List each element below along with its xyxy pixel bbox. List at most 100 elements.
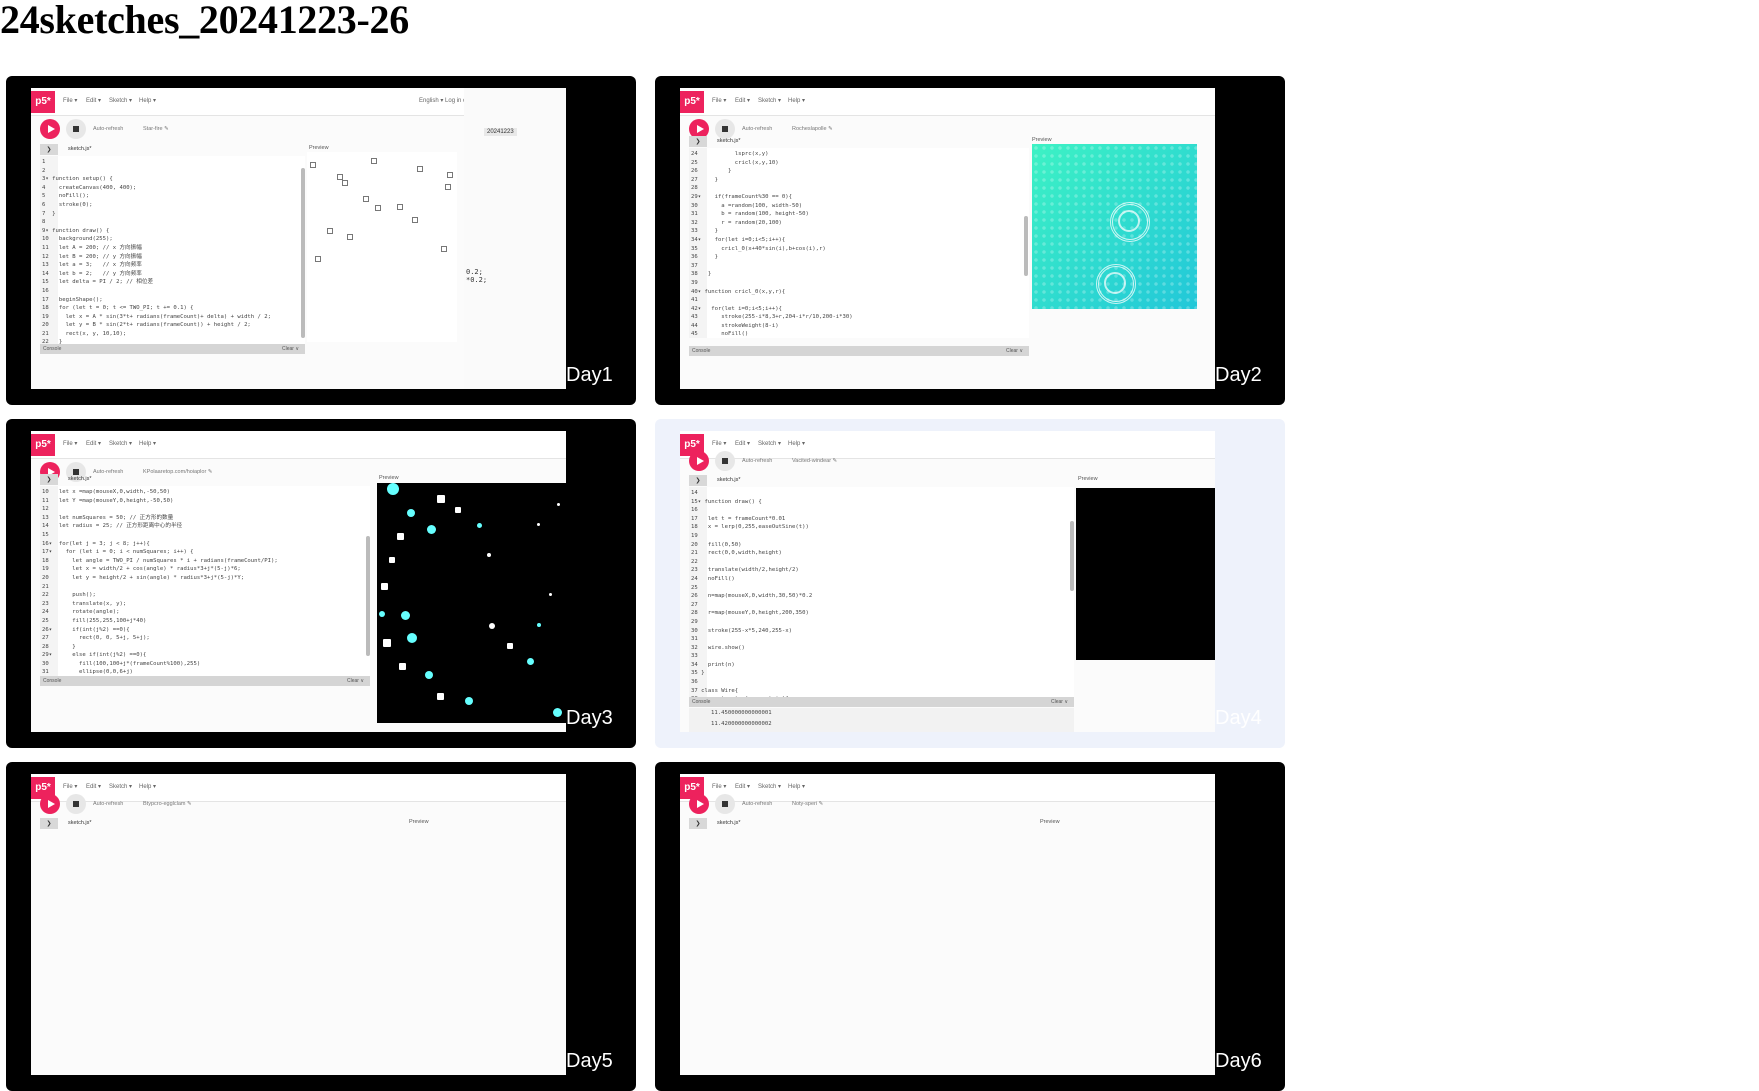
sketch-screenshot: p5* File ▾ Edit ▾ Sketch ▾ Help ▾ Auto-r… <box>680 774 1215 1075</box>
play-icon <box>689 451 709 471</box>
sketch-card-day4[interactable]: p5* File ▾ Edit ▾ Sketch ▾ Help ▾ Auto-r… <box>655 419 1285 748</box>
circle-shape <box>527 658 534 665</box>
auto-refresh-label: Auto-refresh <box>93 126 124 132</box>
auto-refresh-label: Auto-refresh <box>742 458 773 464</box>
circle-shape <box>379 611 385 617</box>
chevron-right-icon: ❯ <box>689 136 707 147</box>
clear-label: Clear ∨ <box>347 678 364 684</box>
sketch-card-day2[interactable]: p5* File ▾ Edit ▾ Sketch ▾ Help ▾ Auto-r… <box>655 76 1285 405</box>
code-text: 10 let x =map(mouseX,0,width,-50,50) 11 … <box>42 489 278 676</box>
sketch-screenshot: p5* File ▾ Edit ▾ Sketch ▾ Help ▾ Auto-r… <box>680 88 1215 389</box>
square-shape <box>310 162 316 168</box>
sketch-screenshot: p5* File ▾ Edit ▾ Sketch ▾ Help ▾ Auto-r… <box>680 431 1215 732</box>
editor-menubar: p5* File ▾ Edit ▾ Sketch ▾ Help ▾ <box>31 774 566 802</box>
chevron-right-icon: ❯ <box>40 818 58 829</box>
circle-shape <box>427 525 436 534</box>
console-line: 11.420000000000002 <box>711 721 772 727</box>
page-title: 24sketches_20241223-26 <box>0 0 409 42</box>
square-shape <box>397 204 403 210</box>
circle-shape <box>557 503 560 506</box>
sketch-screenshot: p5* File ▾ Edit ▾ Sketch ▾ Help ▾ Auto-r… <box>31 774 566 1075</box>
menu-edit: Edit ▾ <box>735 784 751 790</box>
stop-icon <box>715 794 735 814</box>
menu-edit: Edit ▾ <box>735 98 751 104</box>
auto-refresh-label: Auto-refresh <box>742 126 773 132</box>
sketch-card-day5[interactable]: p5* File ▾ Edit ▾ Sketch ▾ Help ▾ Auto-r… <box>6 762 636 1091</box>
file-name: sketch.js* <box>717 138 741 144</box>
square-shape <box>412 217 418 223</box>
stop-icon <box>66 119 86 139</box>
menu-file: File ▾ <box>712 98 727 104</box>
day-label: Day6 <box>1215 1050 1262 1072</box>
square-shape <box>437 693 444 700</box>
day-label: Day3 <box>566 707 613 729</box>
editor-menubar: p5* File ▾ Edit ▾ Sketch ▾ Help ▾ <box>680 774 1215 802</box>
auto-refresh-label: Auto-refresh <box>93 801 124 807</box>
circle-shape <box>487 553 491 557</box>
square-shape <box>397 533 404 540</box>
circle-shape <box>407 509 415 517</box>
auto-refresh-label: Auto-refresh <box>742 801 773 807</box>
editor-scrollbar <box>366 536 370 656</box>
menu-sketch: Sketch ▾ <box>758 784 782 790</box>
square-shape <box>381 583 388 590</box>
console-label: Console <box>43 346 62 352</box>
menu-file: File ▾ <box>63 784 78 790</box>
circle-shape <box>387 483 399 495</box>
file-name: sketch.js* <box>68 476 92 482</box>
play-icon <box>40 794 60 814</box>
menu-help: Help ▾ <box>788 441 806 447</box>
menu-sketch: Sketch ▾ <box>758 441 782 447</box>
day-label: Day1 <box>566 364 613 386</box>
menu-help: Help ▾ <box>788 784 806 790</box>
file-tab: ❯ sketch.js* <box>689 475 1215 487</box>
stop-icon <box>66 794 86 814</box>
console-line: 11.450000000000001 <box>711 710 772 716</box>
square-shape <box>371 158 377 164</box>
code-editor: 14 15▾ function draw() { 16 17 let t = f… <box>689 487 1074 697</box>
menu-sketch: Sketch ▾ <box>109 98 133 104</box>
circle-shape <box>537 623 541 627</box>
preview-canvas <box>307 152 457 342</box>
menu-file: File ▾ <box>63 441 78 447</box>
square-shape <box>437 495 445 503</box>
ring-shape <box>1104 272 1126 294</box>
square-shape <box>417 166 423 172</box>
sketch-card-day3[interactable]: p5* File ▾ Edit ▾ Sketch ▾ Help ▾ Auto-r… <box>6 419 636 748</box>
day-label: Day5 <box>566 1050 613 1072</box>
preview-canvas <box>1076 488 1215 660</box>
ring-shape <box>1118 210 1140 232</box>
square-shape <box>315 256 321 262</box>
console-output: 11.450000000000001 11.420000000000002 <box>689 708 1074 732</box>
file-name: sketch.js* <box>68 146 92 152</box>
code-text: 14 15▾ function draw() { 16 17 let t = f… <box>691 490 813 697</box>
p5-logo: p5* <box>31 91 55 113</box>
menu-help: Help ▾ <box>139 98 157 104</box>
sketch-screenshot: p5* File ▾ Edit ▾ Sketch ▾ Help ▾ Englis… <box>31 88 566 389</box>
sketch-card-day1[interactable]: p5* File ▾ Edit ▾ Sketch ▾ Help ▾ Englis… <box>6 76 636 405</box>
sketch-card-day6[interactable]: p5* File ▾ Edit ▾ Sketch ▾ Help ▾ Auto-r… <box>655 762 1285 1091</box>
chevron-right-icon: ❯ <box>40 474 58 485</box>
file-name: sketch.js* <box>68 820 92 826</box>
console-bar: Console Clear ∨ <box>40 676 370 686</box>
code-text: 1 2 3▾ function setup() { 4 createCanvas… <box>42 159 272 354</box>
preview-canvas <box>1032 144 1197 309</box>
code-editor: 1 2 3▾ function setup() { 4 createCanvas… <box>40 156 305 354</box>
editor-scrollbar <box>301 168 305 338</box>
editor-menubar: p5* File ▾ Edit ▾ Sketch ▾ Help ▾ <box>680 431 1215 459</box>
square-shape <box>347 234 353 240</box>
clear-label: Clear ∨ <box>282 346 299 352</box>
overlay-code: 0.2; *0.2; <box>466 268 488 284</box>
menu-edit: Edit ▾ <box>86 98 102 104</box>
chevron-right-icon: ❯ <box>689 475 707 486</box>
file-tab: ❯ sketch.js* <box>40 818 566 830</box>
console-label: Console <box>43 678 62 684</box>
menu-file: File ▾ <box>712 441 727 447</box>
menu-help: Help ▾ <box>139 441 157 447</box>
circle-shape <box>465 697 473 705</box>
sketch-name: Rocheslapolle ✎ <box>792 126 833 132</box>
preview-label: Preview <box>1078 476 1098 482</box>
square-shape <box>445 184 451 190</box>
console-label: Console <box>692 699 711 705</box>
code-text: 24 lsprc(x,y) 25 cricl(x,y,10) 26 } 27 }… <box>691 151 853 338</box>
